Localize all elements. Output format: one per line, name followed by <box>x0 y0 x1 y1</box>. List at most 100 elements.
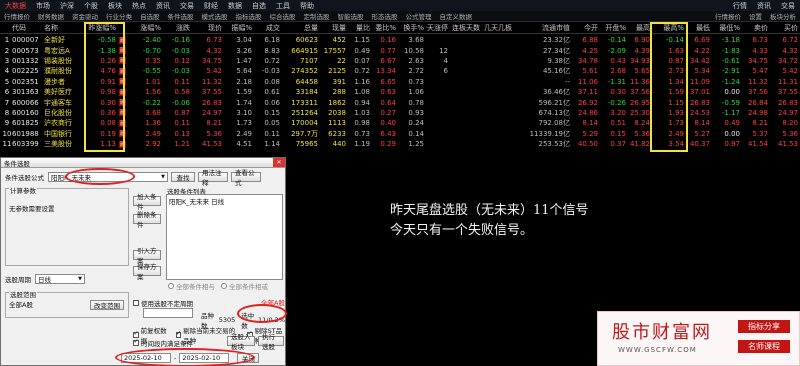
column-header[interactable]: 成交 <box>254 22 280 33</box>
menu-item[interactable]: 资讯 <box>151 1 175 11</box>
menu-item[interactable]: 自选 <box>247 1 271 11</box>
menu-right-item[interactable]: 行情 <box>728 1 752 11</box>
nonstd-period-input[interactable] <box>143 308 193 318</box>
menu-item[interactable]: 数据 <box>223 1 247 11</box>
table-row[interactable]: 2 000573 粤宏远A -1.38 融 -0.70 -0.03 4.32 3.26 8.83 6… <box>0 45 800 55</box>
menu-item[interactable]: 帮助 <box>295 1 319 11</box>
menu-item[interactable]: 市场 <box>31 1 55 11</box>
toolbar-item[interactable]: 模式选股 <box>198 11 232 21</box>
table-row[interactable]: 4 002225 濮耐股份 4.76 融 -0.55 -0.03 5.42 5.64 -0.03 2… <box>0 66 800 76</box>
toolbar-item[interactable]: 综合选股 <box>266 11 300 21</box>
table-row[interactable]: 5 002351 漫步者 0.91 融 1.01 0.11 11.32 2.18 0.08 6445… <box>0 77 800 87</box>
list-item[interactable]: 阳阳K_无未来 日线 <box>167 195 282 207</box>
column-header[interactable]: 最高% <box>652 22 684 33</box>
column-header[interactable]: 名称 <box>44 22 84 33</box>
column-header[interactable]: 量比 <box>348 22 370 33</box>
menu-item[interactable]: 板块 <box>103 1 127 11</box>
column-header[interactable]: 卖价 <box>742 22 768 33</box>
change-range-button[interactable]: 改变范围 <box>90 300 124 310</box>
table-row[interactable]: 1 000007 全新好 -0.58 融 -2.40 -0.16 6.73 3.04 6.18 60… <box>0 35 800 45</box>
teacher-course-badge[interactable]: 名师课程 <box>738 340 790 353</box>
toolbar-item[interactable]: 行业分类 <box>102 11 136 21</box>
column-header[interactable]: 总量 <box>282 22 318 33</box>
column-header[interactable]: 最低% <box>712 22 740 33</box>
column-header[interactable]: 涨幅% <box>127 22 161 33</box>
find-button[interactable]: 查找 <box>171 172 195 182</box>
and-radio-label: 全部条件相与 <box>176 283 215 291</box>
toolbar-item[interactable]: 自定义数据 <box>436 11 477 21</box>
toolbar-item[interactable]: 行情报价 <box>0 11 34 21</box>
toolbar-item[interactable]: 公式管理 <box>402 11 436 21</box>
usage-note-button[interactable]: 用法注释 <box>198 169 228 187</box>
toolbar-item[interactable]: 资金驱动 <box>68 11 102 21</box>
column-header[interactable]: 最高 <box>628 22 650 33</box>
table-row[interactable]: 10 601988 中国银行 0.19 融 2.49 0.13 5.36 2.49 0.11 297… <box>0 129 800 139</box>
close-icon[interactable]: ✕ <box>273 158 285 167</box>
column-header[interactable]: 振幅% <box>224 22 252 33</box>
column-header[interactable]: 现量 <box>320 22 346 33</box>
column-header[interactable]: 委比% <box>372 22 396 33</box>
column-header[interactable]: 买价 <box>770 22 798 33</box>
column-header[interactable]: 今开 <box>572 22 598 33</box>
toolbar-item[interactable]: 智能选股 <box>334 11 368 21</box>
nonstd-period-checkbox[interactable] <box>133 300 139 306</box>
delete-condition-button[interactable]: 删除条件 <box>133 211 161 229</box>
table-row[interactable]: 6 301363 美好医疗 0.98 融 1.56 0.58 37.55 1.59 0.61 331… <box>0 87 800 97</box>
column-header[interactable] <box>118 22 126 33</box>
save-plan-button[interactable]: 保存方案 <box>133 263 161 281</box>
column-header[interactable]: 换手% <box>398 22 424 33</box>
indicator-share-badge[interactable]: 指标分享 <box>738 320 790 333</box>
toolbar-right-item[interactable]: 行情报价 <box>711 11 745 21</box>
column-header[interactable]: 代码 <box>12 22 42 33</box>
table-row[interactable]: 7 600066 宇通客车 0.30 融 -0.22 -0.06 26.83 1.74 0.06 1… <box>0 97 800 107</box>
toolbar-right-item[interactable]: 板块分析 <box>766 11 800 21</box>
column-header[interactable]: 最低 <box>686 22 710 33</box>
selected-value: 11/0.2% <box>258 316 285 324</box>
menu-item[interactable]: 财经 <box>199 1 223 11</box>
date-from-input[interactable]: 2025-02-10 <box>121 353 171 363</box>
column-header[interactable]: 今天涨停 <box>426 22 448 33</box>
column-header[interactable]: 几天几板 <box>482 22 512 33</box>
column-header[interactable]: 开盘% <box>600 22 626 33</box>
toolbar-item[interactable]: 自选股 <box>136 11 164 21</box>
table-row[interactable]: 9 601825 沪农商行 0.08 融 1.36 0.11 8.21 1.73 0.05 1700… <box>0 118 800 128</box>
menu-item[interactable]: 个股 <box>79 1 103 11</box>
menu-item[interactable]: 工具 <box>271 1 295 11</box>
close-button[interactable]: 关闭 <box>237 353 260 363</box>
toolbar-item[interactable]: 定制选股 <box>300 11 334 21</box>
toolbar-item[interactable]: 条件选股 <box>164 11 198 21</box>
interval-checkbox[interactable] <box>133 338 139 346</box>
column-header[interactable]: 流通市值 <box>514 22 570 33</box>
or-radio[interactable] <box>221 283 227 289</box>
date-to-input[interactable]: 2025-02-10 <box>179 353 230 363</box>
column-header[interactable]: 连板天数 <box>450 22 480 33</box>
toolbar-item[interactable]: 形态选股 <box>368 11 402 21</box>
condition-list[interactable]: 阳阳K_无未来 日线 <box>166 194 283 280</box>
table-row[interactable]: 8 600160 巨化股份 0.36 融 3.68 0.87 24.97 3.10 0.15 251… <box>0 108 800 118</box>
add-condition-button[interactable]: 加入条件 <box>133 193 161 211</box>
and-radio[interactable] <box>168 283 174 289</box>
toolbar-item[interactable]: 指标选股 <box>232 11 266 21</box>
menu-item[interactable]: 沪深 <box>55 1 79 11</box>
toolbar-item[interactable]: 财务数据 <box>34 11 68 21</box>
column-header[interactable]: 现价 <box>192 22 222 33</box>
column-header[interactable]: 昨涨幅% <box>86 22 116 33</box>
cell-zt <box>426 77 448 87</box>
execute-selection-button[interactable]: 执行选股 <box>258 333 284 351</box>
toolbar-right-item[interactable]: 设置 <box>745 11 766 21</box>
formula-select[interactable]: 阳阳K_无未来 ▼ <box>48 172 168 182</box>
view-formula-button[interactable]: 查看公式 <box>231 169 261 187</box>
add-to-block-button[interactable]: 选股入板块 <box>227 333 255 351</box>
menu-right-item[interactable]: 资讯 <box>752 1 776 11</box>
menu-item[interactable]: 热点 <box>127 1 151 11</box>
menu-item[interactable]: 交易 <box>175 1 199 11</box>
import-plan-button[interactable]: 引入方案 <box>133 247 161 265</box>
menu-item[interactable]: 大数据 <box>0 1 31 11</box>
period-select[interactable]: 日线 ▼ <box>35 274 85 284</box>
function-toolbar: 行情报价 财务数据 资金驱动 行业分类 自选股 条件选股 模式选股 指标选股 综合选股 定制选股智… <box>0 11 800 22</box>
menu-right-item[interactable]: 交易 <box>776 1 800 11</box>
table-row[interactable]: 3 001332 锡装股份 0.26 融 0.35 0.12 34.75 1.47 0.72 710… <box>0 56 800 66</box>
column-header[interactable]: 涨跌 <box>162 22 190 33</box>
table-row[interactable]: 11 603399 三美股份 1.13 融 2.92 1.21 41.53 4.51 1.14 75… <box>0 139 800 149</box>
column-header[interactable] <box>2 22 12 33</box>
